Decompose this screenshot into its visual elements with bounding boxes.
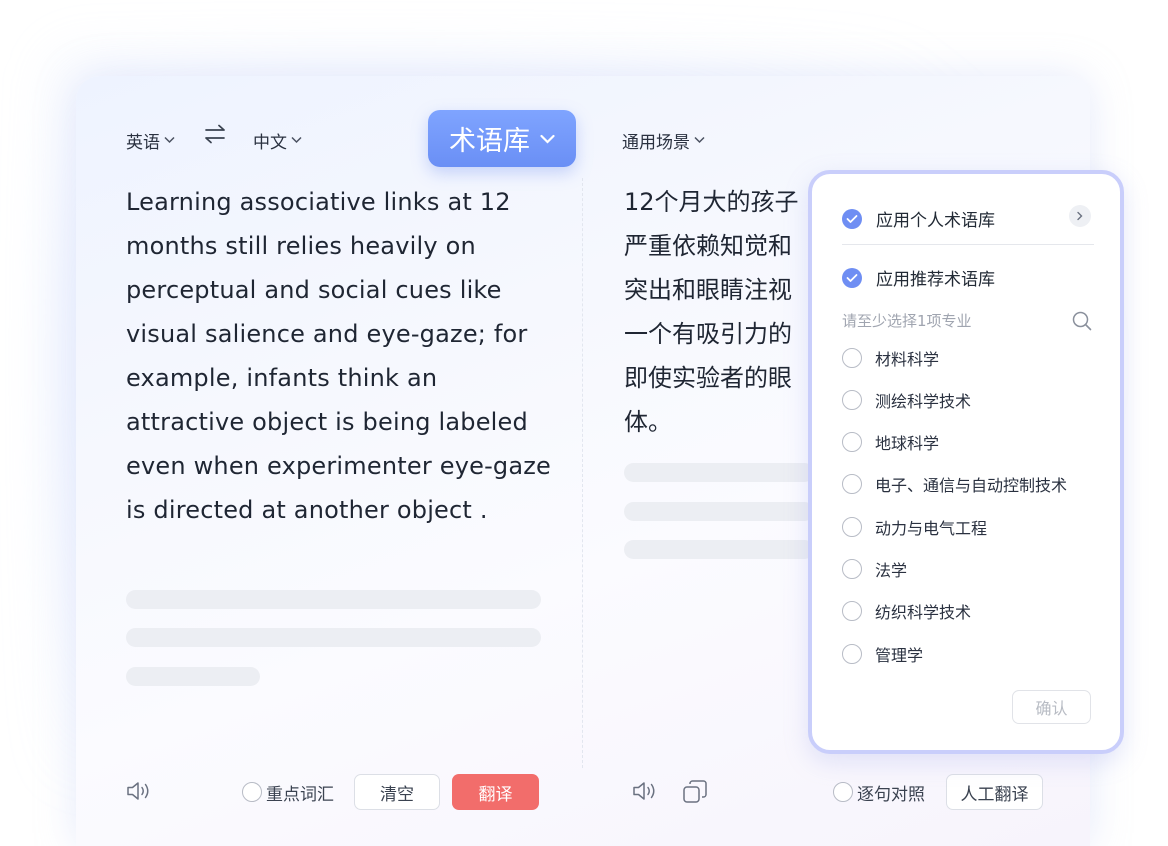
skeleton-line xyxy=(624,540,814,559)
confirm-button[interactable]: 确认 xyxy=(1012,690,1091,724)
target-text-line: 严重依赖知觉和 xyxy=(624,232,792,260)
personal-term-label: 应用个人术语库 xyxy=(876,211,995,231)
discipline-option[interactable]: 地球科学 xyxy=(842,430,939,454)
key-vocab-radio[interactable] xyxy=(242,782,262,802)
chevron-down-icon xyxy=(291,134,302,147)
discipline-option[interactable]: 纺织科学技术 xyxy=(842,599,971,623)
discipline-option[interactable]: 法学 xyxy=(842,557,907,581)
key-vocab-toggle[interactable]: 重点词汇 xyxy=(242,774,334,810)
personal-term-option[interactable]: 应用个人术语库 xyxy=(842,206,995,231)
option-radio[interactable] xyxy=(842,559,862,579)
scene-select[interactable]: 通用场景 xyxy=(622,128,705,153)
key-vocab-label: 重点词汇 xyxy=(266,784,334,805)
option-label: 法学 xyxy=(875,561,908,580)
skeleton-line xyxy=(624,502,814,521)
skeleton-line xyxy=(126,590,541,609)
chevron-down-icon xyxy=(164,134,175,147)
option-radio[interactable] xyxy=(842,517,862,537)
recommended-term-label: 应用推荐术语库 xyxy=(876,270,995,290)
option-radio[interactable] xyxy=(842,474,862,494)
option-radio[interactable] xyxy=(842,390,862,410)
skeleton-line xyxy=(126,667,260,686)
option-label: 地球科学 xyxy=(875,434,940,453)
target-text-line: 12个月大的孩子 xyxy=(624,188,799,216)
swap-icon[interactable] xyxy=(203,124,227,150)
option-label: 电子、通信与自动控制技术 xyxy=(875,476,1068,495)
discipline-option[interactable]: 管理学 xyxy=(842,642,923,666)
speaker-icon[interactable] xyxy=(126,779,152,807)
term-library-button[interactable]: 术语库 xyxy=(428,110,576,167)
clear-button[interactable]: 清空 xyxy=(354,774,440,810)
speaker-icon[interactable] xyxy=(632,779,658,807)
discipline-option[interactable]: 材料科学 xyxy=(842,346,939,370)
check-icon[interactable] xyxy=(842,267,862,288)
discipline-option[interactable]: 动力与电气工程 xyxy=(842,515,987,539)
option-radio[interactable] xyxy=(842,644,862,664)
sentence-compare-label: 逐句对照 xyxy=(857,784,925,805)
source-language-label: 英语 xyxy=(126,133,160,153)
sentence-compare-toggle[interactable]: 逐句对照 xyxy=(833,774,925,810)
option-radio[interactable] xyxy=(842,348,862,368)
scene-label: 通用场景 xyxy=(622,133,690,153)
term-library-label: 术语库 xyxy=(449,126,530,157)
option-label: 测绘科学技术 xyxy=(875,392,972,411)
target-text-line: 即使实验者的眼 xyxy=(624,364,792,392)
sentence-compare-radio[interactable] xyxy=(833,782,853,802)
human-translate-button[interactable]: 人工翻译 xyxy=(946,774,1043,810)
copy-icon[interactable] xyxy=(682,779,708,809)
option-radio[interactable] xyxy=(842,601,862,621)
option-label: 材料科学 xyxy=(875,350,940,369)
target-text-area: 12个月大的孩子 严重依赖知觉和 突出和眼睛注视 一个有吸引力的 即使实验者的眼… xyxy=(624,180,810,450)
option-radio[interactable] xyxy=(842,432,862,452)
target-text-line: 一个有吸引力的 xyxy=(624,320,792,348)
source-text-area[interactable]: Learning associative links at 12 months … xyxy=(126,180,556,532)
target-language-select[interactable]: 中文 xyxy=(253,128,302,153)
pane-divider xyxy=(582,178,583,768)
skeleton-line xyxy=(624,463,814,482)
term-library-panel: 应用个人术语库 应用推荐术语库 请至少选择1项专业 材料科学 测绘科学技术 地球… xyxy=(808,170,1124,754)
recommended-term-option[interactable]: 应用推荐术语库 xyxy=(842,265,995,290)
discipline-option[interactable]: 测绘科学技术 xyxy=(842,388,971,412)
target-text-line: 体。 xyxy=(624,408,672,436)
translate-button[interactable]: 翻译 xyxy=(452,774,539,810)
skeleton-line xyxy=(126,628,541,647)
panel-hint: 请至少选择1项专业 xyxy=(842,312,972,330)
chevron-down-icon xyxy=(540,130,555,148)
target-text-line: 突出和眼睛注视 xyxy=(624,276,792,304)
target-language-label: 中文 xyxy=(253,133,287,153)
option-label: 纺织科学技术 xyxy=(875,603,972,622)
search-icon[interactable] xyxy=(1072,311,1092,335)
discipline-option[interactable]: 电子、通信与自动控制技术 xyxy=(842,472,1067,496)
option-label: 动力与电气工程 xyxy=(875,519,988,538)
panel-separator xyxy=(842,244,1094,245)
chevron-right-icon[interactable] xyxy=(1069,205,1091,227)
option-label: 管理学 xyxy=(875,646,924,665)
check-icon[interactable] xyxy=(842,208,862,229)
source-language-select[interactable]: 英语 xyxy=(126,128,175,153)
chevron-down-icon xyxy=(694,134,705,147)
